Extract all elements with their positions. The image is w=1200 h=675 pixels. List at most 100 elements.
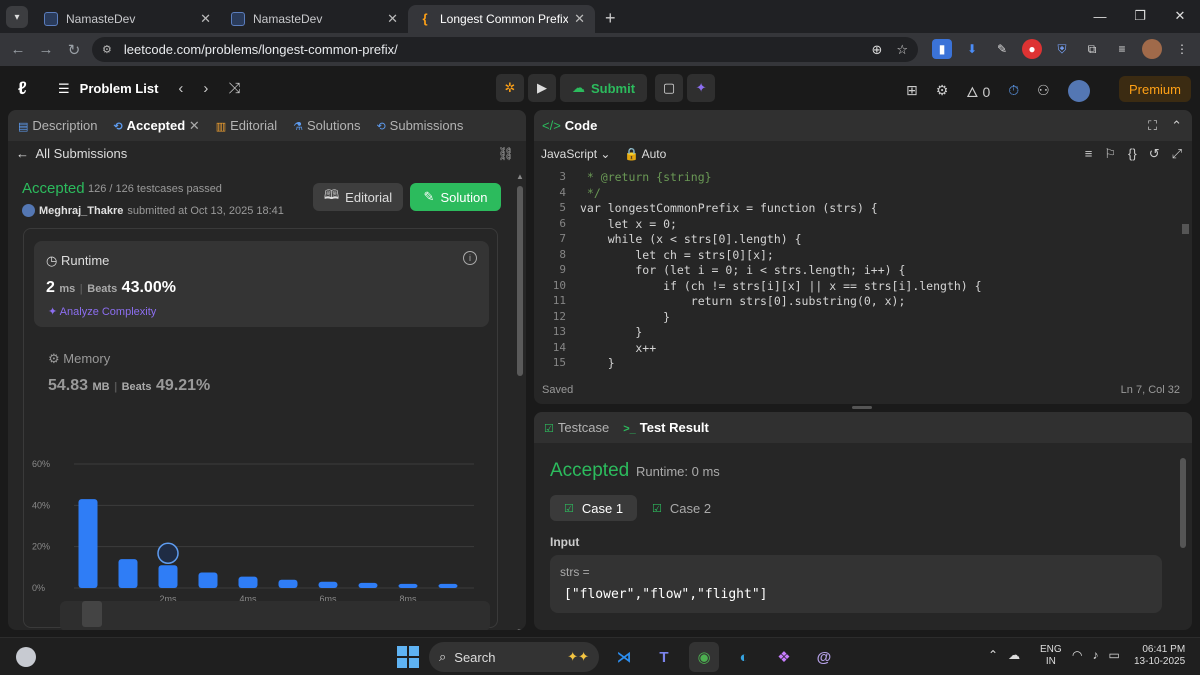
bookmark-star-icon[interactable]: ☆	[896, 42, 908, 58]
site-info-icon[interactable]: ⚙	[102, 43, 112, 56]
edge-icon[interactable]: ◐	[729, 642, 759, 672]
tab-search-icon[interactable]: ▾	[6, 6, 28, 28]
add-friend-icon[interactable]: ⚇	[1037, 82, 1050, 99]
layout-grid-icon[interactable]: ⊞	[906, 82, 918, 99]
editorial-button[interactable]: 🕮 Editorial	[313, 183, 403, 211]
chart-bar[interactable]	[238, 576, 258, 588]
all-submissions-link[interactable]: ← All Submissions	[16, 146, 127, 161]
maximize-icon[interactable]: ⛶	[1148, 118, 1157, 134]
case-2-tab[interactable]: ☑ Case 2	[638, 495, 725, 521]
url-bar[interactable]: ⚙ leetcode.com/problems/longest-common-p…	[92, 37, 918, 62]
scrollbar-thumb[interactable]	[517, 186, 523, 376]
chart-bar[interactable]	[358, 582, 378, 588]
profile-avatar[interactable]	[1142, 39, 1162, 59]
extensions-puzzle-icon[interactable]: ⧉	[1082, 39, 1102, 59]
tab-editorial[interactable]: ▥ Editorial	[216, 118, 277, 133]
editor-scrollbar[interactable]	[1180, 168, 1190, 370]
scrollbar-thumb[interactable]	[1180, 458, 1186, 548]
premium-button[interactable]: Premium	[1119, 76, 1191, 102]
eyedropper-icon[interactable]: ✎	[992, 39, 1012, 59]
ai-sparkle-icon[interactable]: ✦	[687, 74, 716, 102]
prev-problem-icon[interactable]: ‹	[178, 80, 183, 97]
network-volume-battery[interactable]: ◠ ♪ ▭	[1072, 648, 1120, 662]
braces-icon[interactable]: {}	[1128, 146, 1137, 162]
memory-title[interactable]: ⚙ Memory	[48, 351, 110, 367]
new-tab-icon[interactable]: +	[605, 8, 616, 29]
browser-tab-2[interactable]: NamasteDev ✕	[221, 5, 408, 33]
case-1-tab[interactable]: ☑ Case 1	[550, 495, 638, 521]
close-tab-icon[interactable]: ✕	[200, 11, 211, 27]
tab-accepted[interactable]: ⟲ Accepted ✕	[113, 118, 199, 134]
share-link-icon[interactable]: ⛓	[497, 146, 514, 162]
vscode-icon[interactable]: ⋊	[609, 642, 639, 672]
clock[interactable]: 06:41 PM 13-10-2025	[1134, 644, 1185, 668]
start-windows-icon[interactable]	[397, 646, 419, 668]
chart-bar[interactable]	[118, 559, 138, 588]
shuffle-icon[interactable]: ⤨	[228, 80, 240, 97]
auto-mode-toggle[interactable]: 🔒 Auto	[624, 147, 666, 161]
settings-gear-icon[interactable]: ⚙	[936, 82, 949, 99]
extension-red-icon[interactable]: ●	[1022, 39, 1042, 59]
solution-button[interactable]: ✎ Solution	[410, 183, 501, 211]
chart-bar[interactable]	[158, 565, 178, 588]
weather-icon[interactable]	[16, 647, 36, 667]
chrome-icon[interactable]: ◉	[689, 642, 719, 672]
minimize-icon[interactable]: —	[1080, 0, 1120, 32]
language-indicator[interactable]: ENG IN	[1040, 644, 1062, 668]
browser-tab-1[interactable]: NamasteDev ✕	[34, 5, 221, 33]
problem-list-link[interactable]: Problem List	[80, 81, 159, 96]
code-area[interactable]: 3 * @return {string} 4 */ 5 var longestComm…	[534, 168, 1180, 370]
chevron-up-icon[interactable]: ⌃	[988, 648, 998, 662]
run-button[interactable]: ▶	[528, 74, 556, 102]
reload-icon[interactable]: ↻	[60, 41, 88, 59]
reset-icon[interactable]: ↺	[1149, 146, 1160, 162]
fullscreen-icon[interactable]: ⤢	[1172, 146, 1182, 162]
browser-menu-icon[interactable]: ⋮	[1172, 39, 1192, 59]
app-spiral-icon[interactable]: @	[809, 642, 839, 672]
close-tab-icon[interactable]: ✕	[189, 118, 200, 133]
panel-resize-handle[interactable]	[852, 406, 872, 409]
teams-icon[interactable]: T	[649, 642, 679, 672]
notes-icon[interactable]: ▢	[655, 74, 684, 102]
taskbar-search[interactable]: ⌕ Search ✦✦	[429, 642, 599, 672]
copilot-icon[interactable]: ❖	[769, 642, 799, 672]
close-window-icon[interactable]: ✕	[1160, 0, 1200, 32]
scrollbar-thumb[interactable]	[1182, 224, 1189, 234]
extension-docs-icon[interactable]: ▮	[932, 39, 952, 59]
tab-solutions[interactable]: ⚗ Solutions	[293, 118, 360, 133]
scroll-down-icon[interactable]: ▼	[516, 627, 524, 630]
shield-icon[interactable]: ⛨	[1052, 39, 1072, 59]
tab-description[interactable]: ▤ Description	[18, 118, 97, 133]
tab-test-result[interactable]: >_ Test Result	[623, 420, 709, 435]
chart-bar[interactable]	[198, 572, 218, 589]
forward-icon[interactable]: →	[32, 41, 60, 58]
collapse-icon[interactable]: ⌃	[1171, 118, 1182, 134]
streak-counter[interactable]: 🜂 0	[966, 76, 990, 105]
reading-list-icon[interactable]: ≡	[1112, 39, 1132, 59]
runtime-card[interactable]: ◷ Runtime i 2 ms | Beats 43.00% ✦ Analyz…	[34, 241, 489, 327]
user-avatar[interactable]	[1067, 79, 1090, 102]
language-select[interactable]: JavaScript ⌄	[541, 147, 610, 161]
bookmark-icon[interactable]: ⚐	[1104, 146, 1116, 162]
username[interactable]: Meghraj_Thakre	[39, 205, 123, 217]
analyze-complexity-link[interactable]: ✦ Analyze Complexity	[48, 305, 156, 318]
close-tab-icon[interactable]: ✕	[387, 11, 398, 27]
leetcode-logo-icon[interactable]: ℓ	[18, 78, 38, 98]
tab-testcase[interactable]: ☑ Testcase	[544, 420, 609, 435]
zoom-icon[interactable]: ⊕	[871, 42, 882, 58]
chart-bar[interactable]	[318, 581, 338, 588]
test-scrollbar[interactable]	[1180, 452, 1188, 622]
next-problem-icon[interactable]: ›	[203, 80, 208, 97]
debug-icon[interactable]: ✲	[496, 74, 524, 102]
timer-icon[interactable]: ⏱	[1008, 82, 1019, 99]
restore-icon[interactable]: ❐	[1120, 0, 1160, 32]
submit-button[interactable]: ☁ Submit	[560, 74, 648, 102]
browser-tab-3[interactable]: { Longest Common Prefix - LeetC ✕	[408, 5, 595, 33]
runtime-distribution-chart[interactable]: 0%20%40%60%2ms 4ms 6ms 8ms	[24, 414, 499, 614]
chart-bar[interactable]	[438, 583, 458, 588]
back-icon[interactable]: ←	[4, 41, 32, 58]
chart-bar[interactable]	[398, 583, 418, 588]
info-icon[interactable]: i	[463, 251, 477, 265]
chart-bar[interactable]	[278, 579, 298, 588]
tab-submissions[interactable]: ⟲ Submissions	[376, 118, 463, 133]
